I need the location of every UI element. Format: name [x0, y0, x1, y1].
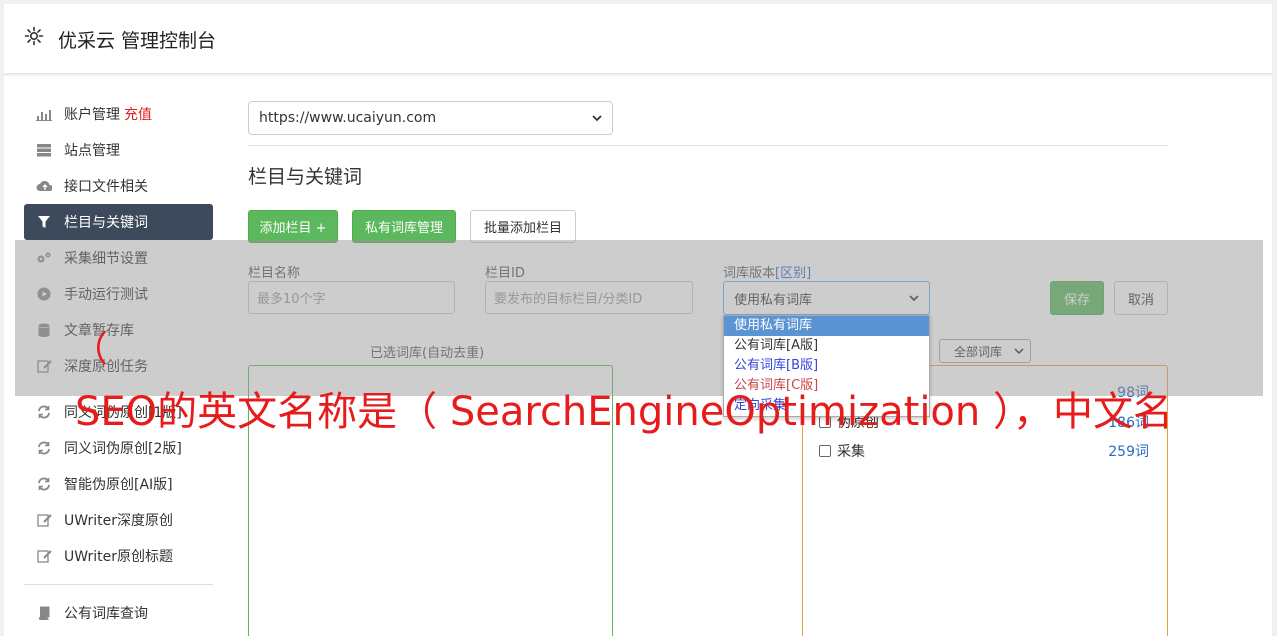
sidebar-item-ai-rewrite[interactable]: 智能伪原创[AI版] — [24, 466, 213, 502]
server-icon — [36, 142, 52, 158]
section-title: 栏目与关键词 — [248, 166, 363, 188]
sidebar-item-label: 智能伪原创[AI版] — [64, 477, 173, 493]
edit-icon — [36, 512, 52, 528]
lib-name: 采集 — [837, 444, 865, 460]
sidebar-item-uwriter-deep[interactable]: UWriter深度原创 — [24, 502, 213, 538]
cloud-upload-icon — [36, 178, 52, 194]
sidebar-item-account[interactable]: 账户管理 充值 — [24, 96, 213, 132]
add-column-button[interactable]: 添加栏目 + — [248, 210, 338, 243]
sidebar-item-uwriter-title[interactable]: UWriter原创标题 — [24, 538, 213, 574]
sidebar-item-public-lib-query[interactable]: 公有词库查询 — [24, 595, 213, 631]
book-icon — [36, 605, 52, 621]
site-select-value: https://www.ucaiyun.com — [259, 110, 437, 126]
dropdown-option[interactable]: 公有词库[B版] — [724, 356, 929, 376]
dropdown-option[interactable]: 使用私有词库 — [724, 316, 929, 336]
dropdown-option[interactable]: 公有词库[A版] — [724, 336, 929, 356]
recharge-link[interactable]: 充值 — [124, 104, 152, 124]
sidebar-item-columns[interactable]: 栏目与关键词 — [24, 204, 213, 240]
gear-icon — [24, 26, 44, 46]
sidebar-item-label: 栏目与关键词 — [64, 215, 148, 231]
overlay-band — [15, 240, 1263, 396]
top-header: 优采云 管理控制台 — [4, 4, 1272, 74]
bar-chart-icon — [36, 106, 52, 122]
divider — [248, 145, 1168, 146]
refresh-icon — [36, 404, 52, 420]
sidebar-item-label: UWriter深度原创 — [64, 513, 173, 529]
lib-row[interactable]: 采集 259词 — [819, 441, 1149, 461]
divider — [24, 584, 213, 585]
refresh-icon — [36, 476, 52, 492]
sidebar-item-label: UWriter原创标题 — [64, 549, 173, 565]
chevron-down-icon — [592, 110, 602, 126]
refresh-icon — [36, 440, 52, 456]
sidebar-item-label: 账户管理 — [64, 107, 120, 123]
site-select[interactable]: https://www.ucaiyun.com — [248, 101, 613, 135]
sidebar-item-label: 公有词库查询 — [64, 606, 148, 622]
batch-add-button[interactable]: 批量添加栏目 — [470, 210, 576, 243]
edit-icon — [36, 548, 52, 564]
sidebar-item-sites[interactable]: 站点管理 — [24, 132, 213, 168]
sidebar-item-label: 站点管理 — [64, 143, 120, 159]
sidebar-item-label: 同义词伪原创[2版] — [64, 441, 182, 457]
sidebar-item-interface[interactable]: 接口文件相关 — [24, 168, 213, 204]
private-lib-button[interactable]: 私有词库管理 — [352, 210, 456, 243]
caption-paren: （ — [72, 329, 109, 370]
caption-text: SEO的英文名称是（ SearchEngineOptimization ），中文… — [75, 389, 1173, 435]
sidebar-item-label: 接口文件相关 — [64, 179, 148, 195]
filter-icon — [36, 214, 52, 230]
lib-checkbox[interactable] — [819, 445, 831, 457]
app-title: 优采云 管理控制台 — [58, 30, 217, 52]
lib-count[interactable]: 259词 — [1108, 441, 1149, 461]
